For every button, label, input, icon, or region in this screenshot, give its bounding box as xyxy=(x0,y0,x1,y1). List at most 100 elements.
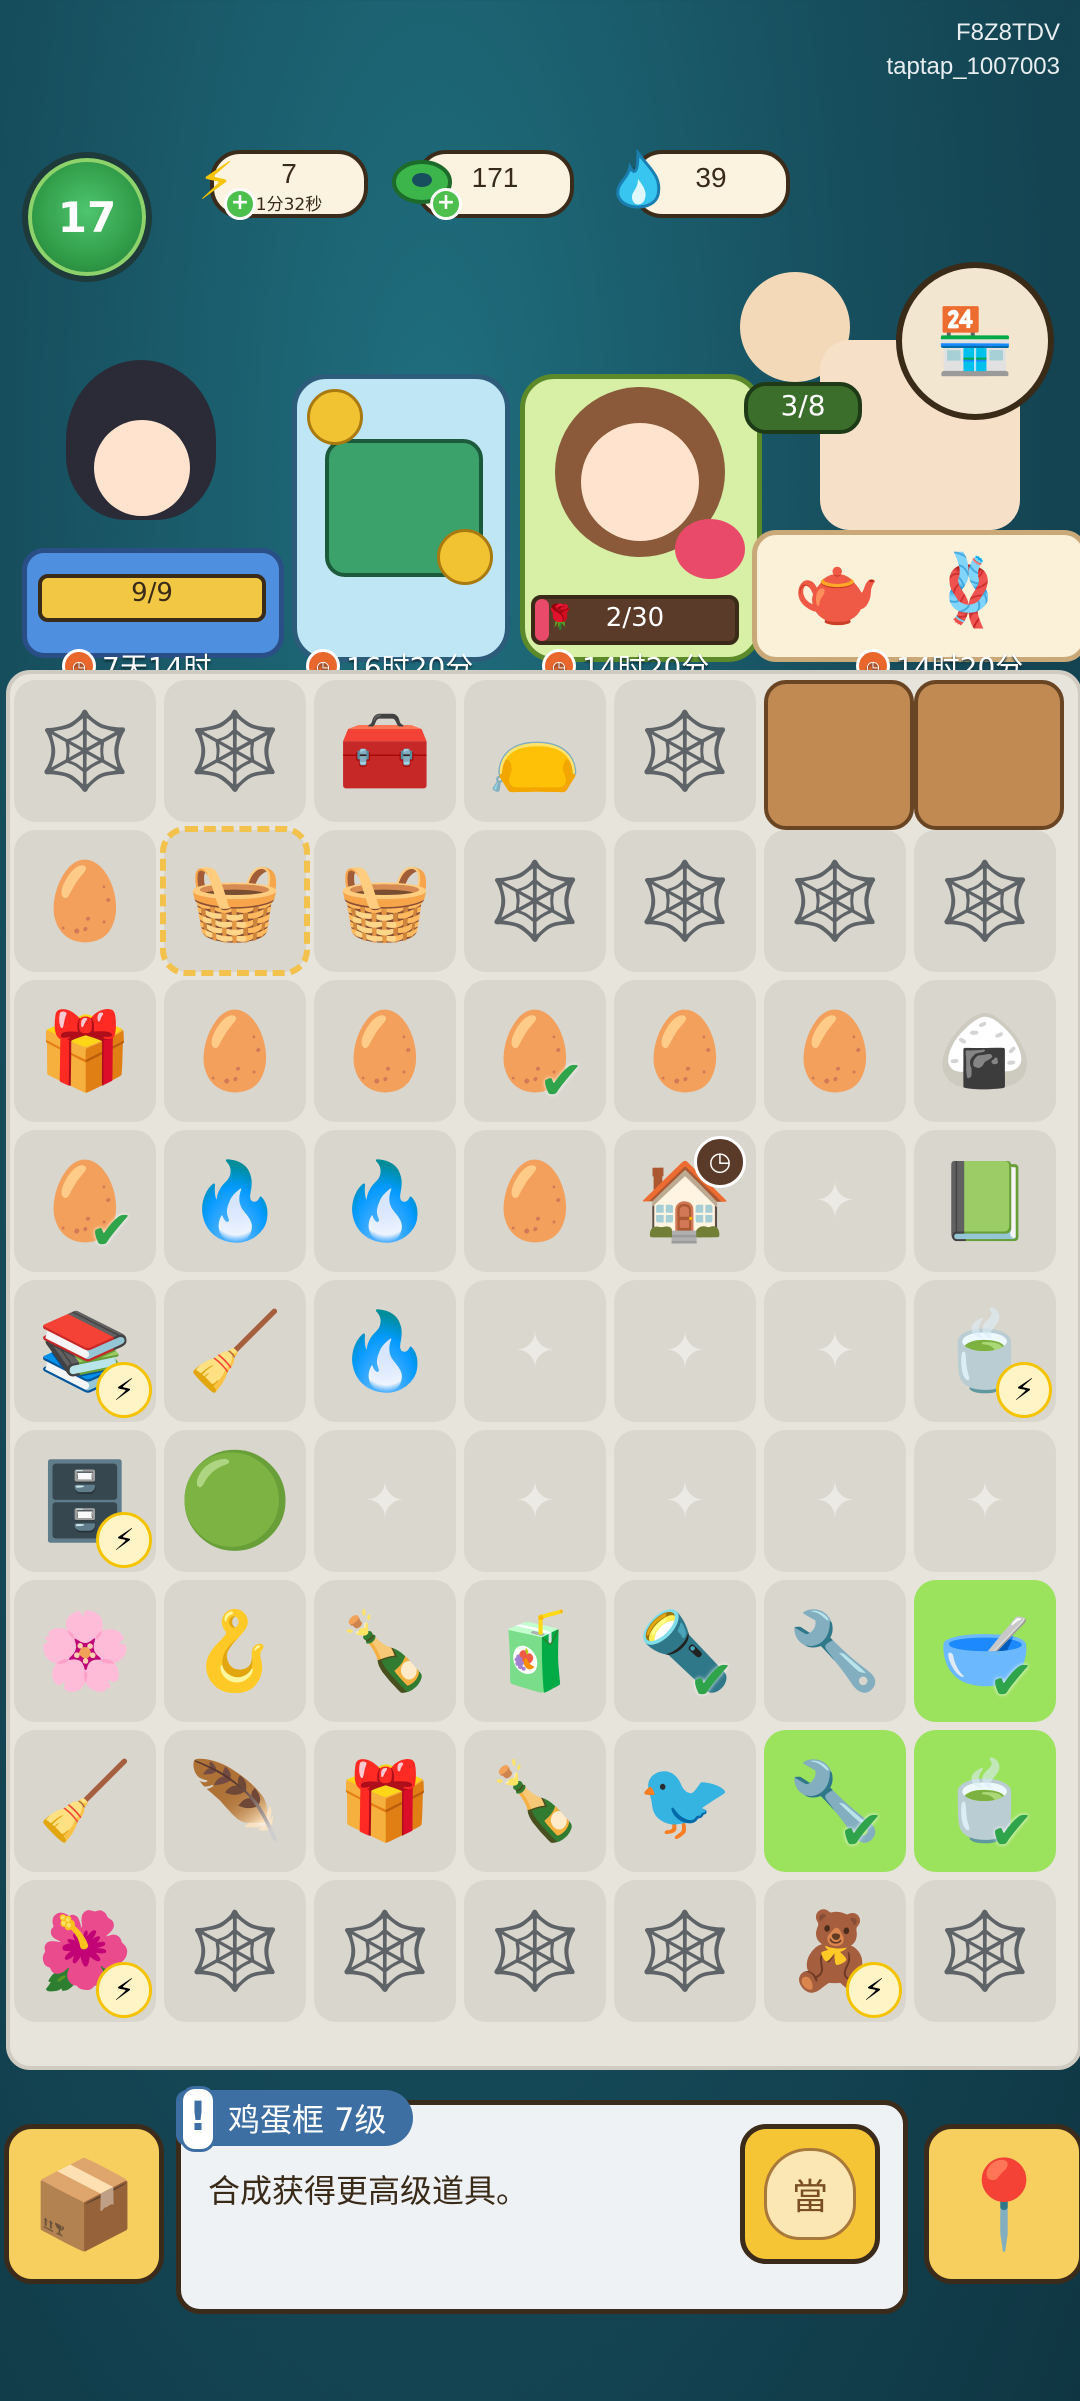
gift-box-icon: 🎁 xyxy=(37,1006,133,1095)
gold-coin-icon xyxy=(307,389,363,445)
board-cell-blue-flame[interactable]: 🔥 xyxy=(314,1280,456,1422)
map-button[interactable]: 📍 xyxy=(924,2124,1080,2284)
web-sack-icon: 🕸️ xyxy=(187,706,283,795)
shop-order-count: 3/8 xyxy=(744,382,862,434)
board-cell-lucky-pouch[interactable]: 👝 xyxy=(464,680,606,822)
board-cell-egg-crate[interactable]: 🥚 xyxy=(764,980,906,1122)
board-cell-gift-box[interactable]: 🎁 xyxy=(14,980,156,1122)
blue-flame-counter[interactable]: 39 xyxy=(616,149,790,218)
board-cell-single-egg[interactable]: 🥚 xyxy=(464,1130,606,1272)
board-cell-empty: ✦ xyxy=(614,1280,756,1422)
watermark-code: F8Z8TDV xyxy=(955,19,1060,46)
board-cell-web-urn[interactable]: 🕸️ xyxy=(464,1880,606,2022)
board-cell-blue-flames[interactable]: 🔥 xyxy=(164,1130,306,1272)
board-cell-cabinet-bolt[interactable]: 🗄️ ⚡ xyxy=(14,1430,156,1572)
energy-bolt-icon: ⚡ xyxy=(846,1962,902,2018)
item-info-description: 合成获得更高级道具。 xyxy=(208,2172,529,2210)
checkmark-icon: ✔ xyxy=(88,1199,134,1262)
energy-value: 7 xyxy=(281,158,297,189)
energy-counter[interactable]: ⚡ + 7 1分32秒 xyxy=(198,150,368,220)
board-cell-jade-book[interactable]: 📗 xyxy=(914,1130,1056,1272)
board-cell-web-stove[interactable]: 🕸️ xyxy=(614,1880,756,2022)
shop-order-panel[interactable]: 🫖 🪢 xyxy=(752,530,1080,662)
board-cell-gift-basket[interactable]: 🧺 xyxy=(160,826,310,976)
pawn-sell-label: 當 xyxy=(791,2177,828,2218)
inventory-button[interactable]: 📦 xyxy=(4,2124,164,2284)
treasure-cauldron-card[interactable] xyxy=(292,374,510,662)
board-cell-egg-crate[interactable]: 🥚 xyxy=(164,980,306,1122)
web-jar-icon: 🕸️ xyxy=(937,856,1033,945)
blue-flames-icon: 🔥 xyxy=(187,1156,283,1245)
board-cell-iced-tea[interactable]: 🧃 xyxy=(464,1580,606,1722)
board-cell-mystery-gift[interactable]: 🎁 xyxy=(314,1730,456,1872)
knot-ornament-icon: 🪢 xyxy=(925,549,1013,631)
board-cell-gift-basket[interactable]: 🧺 xyxy=(314,830,456,972)
board-cell-web-sack[interactable]: 🕸️ xyxy=(164,1880,306,2022)
money-bag-icon: 當 xyxy=(764,2148,856,2240)
board-cell-web-basket[interactable]: 🕸️ xyxy=(614,680,756,822)
watermark: F8Z8TDV taptap_1007003 xyxy=(886,16,1060,84)
board-cell-eggs-checked[interactable]: 🥚 ✔ xyxy=(14,1130,156,1272)
shop-stall-icon: 🏪 xyxy=(935,304,1015,379)
board-cell-blue-flames[interactable]: 🔥 xyxy=(314,1130,456,1272)
item-info-title: 鸡蛋框 7级 xyxy=(228,2101,387,2139)
pawn-sell-button[interactable]: 當 xyxy=(740,2124,880,2264)
board-cell-tea-set-bolt[interactable]: 🍵 ⚡ xyxy=(914,1280,1056,1422)
board-cell-web-gourd[interactable]: 🕸️ xyxy=(464,830,606,972)
web-sack-icon: 🕸️ xyxy=(337,1906,433,1995)
board-cell-toy-chest-bolt[interactable]: 🧸 ⚡ xyxy=(764,1880,906,2022)
board-cell-web-jar[interactable]: 🕸️ xyxy=(914,830,1056,972)
jade-coin-counter[interactable]: + 171 xyxy=(392,150,574,220)
board-cell-bowl-checked[interactable]: 🥣 ✔ xyxy=(914,1580,1056,1722)
board-cell-empty: ✦ xyxy=(764,1430,906,1572)
web-basket-icon: 🕸️ xyxy=(637,706,733,795)
energy-bolt-icon: ⚡ xyxy=(96,1512,152,1568)
board-cell-web-jar[interactable]: 🕸️ xyxy=(914,1880,1056,2022)
board-cell-web-bottle[interactable]: 🕸️ xyxy=(614,830,756,972)
player-level-badge[interactable]: 17 xyxy=(22,152,152,282)
character-2-progress-bar: 🌹 2/30 xyxy=(531,595,739,645)
board-cell-egg-crate[interactable]: 🥚 xyxy=(14,830,156,972)
character-card-2[interactable]: 🌹 2/30 xyxy=(520,374,762,662)
soda-bottle-icon: 🍾 xyxy=(337,1606,433,1695)
egg-crate-icon: 🥚 xyxy=(637,1006,733,1095)
watermark-user: taptap_1007003 xyxy=(886,53,1060,80)
board-cell-slingshot-checked[interactable]: 🔧 ✔ xyxy=(764,1730,906,1872)
shop-stall-button[interactable]: 🏪 xyxy=(896,262,1054,420)
board-cell-web-pot[interactable]: 🕸️ xyxy=(14,680,156,822)
board-cell-web-sack[interactable]: 🕸️ xyxy=(314,1880,456,2022)
checkmark-icon: ✔ xyxy=(988,1799,1034,1862)
hook-tool-icon: 🪝 xyxy=(187,1606,283,1695)
board-cell-web-sack[interactable]: 🕸️ xyxy=(164,680,306,822)
board-cell-whisk-broom[interactable]: 🧹 xyxy=(164,1280,306,1422)
board-cell-treasure-chest[interactable]: 🧰 xyxy=(314,680,456,822)
board-cell-feather-broom[interactable]: 🪶 xyxy=(164,1730,306,1872)
character-card-1[interactable]: 9/9 xyxy=(14,360,284,658)
soda-bottle-icon: 🍾 xyxy=(487,1756,583,1845)
board-cell-zongzi[interactable]: 🍙 xyxy=(914,980,1056,1122)
board-cell-cup-checked[interactable]: 🍵 ✔ xyxy=(914,1730,1056,1872)
board-cell-slingshot-tool[interactable]: 🔧 xyxy=(764,1580,906,1722)
web-urn-icon: 🕸️ xyxy=(487,1906,583,1995)
board-cell-web-bottle[interactable]: 🕸️ xyxy=(764,830,906,972)
jade-coin-value: 171 xyxy=(471,162,519,193)
board-cell-egg-crate[interactable]: 🥚 xyxy=(614,980,756,1122)
board-cell-whisk-broom[interactable]: 🧹 xyxy=(14,1730,156,1872)
board-cell-silk-pillow[interactable]: 🌸 xyxy=(14,1580,156,1722)
jade-coins-icon: 🟢 xyxy=(177,1447,293,1554)
board-cell-market-stall[interactable]: 🏠 ◷ xyxy=(614,1130,756,1272)
board-cell-soda-bottle[interactable]: 🍾 xyxy=(464,1730,606,1872)
board-cell-bird-whistle[interactable]: 🐦 xyxy=(614,1730,756,1872)
board-cell-bookshelf-bolt[interactable]: 📚 ⚡ xyxy=(14,1280,156,1422)
character-2-face xyxy=(581,423,699,541)
board-cell-eggs-checked[interactable]: 🥚 ✔ xyxy=(464,980,606,1122)
iced-tea-icon: 🧃 xyxy=(487,1606,583,1695)
whisk-broom-icon: 🧹 xyxy=(37,1756,133,1845)
board-cell-flashlight-checked[interactable]: 🔦 ✔ xyxy=(614,1580,756,1722)
bird-whistle-icon: 🐦 xyxy=(637,1756,733,1845)
board-cell-soda-bottle[interactable]: 🍾 xyxy=(314,1580,456,1722)
board-cell-flower-pot-bolt[interactable]: 🌺 ⚡ xyxy=(14,1880,156,2022)
board-cell-jade-coins[interactable]: 🟢 xyxy=(164,1430,306,1572)
board-cell-hook-tool[interactable]: 🪝 xyxy=(164,1580,306,1722)
board-cell-egg-crate[interactable]: 🥚 xyxy=(314,980,456,1122)
